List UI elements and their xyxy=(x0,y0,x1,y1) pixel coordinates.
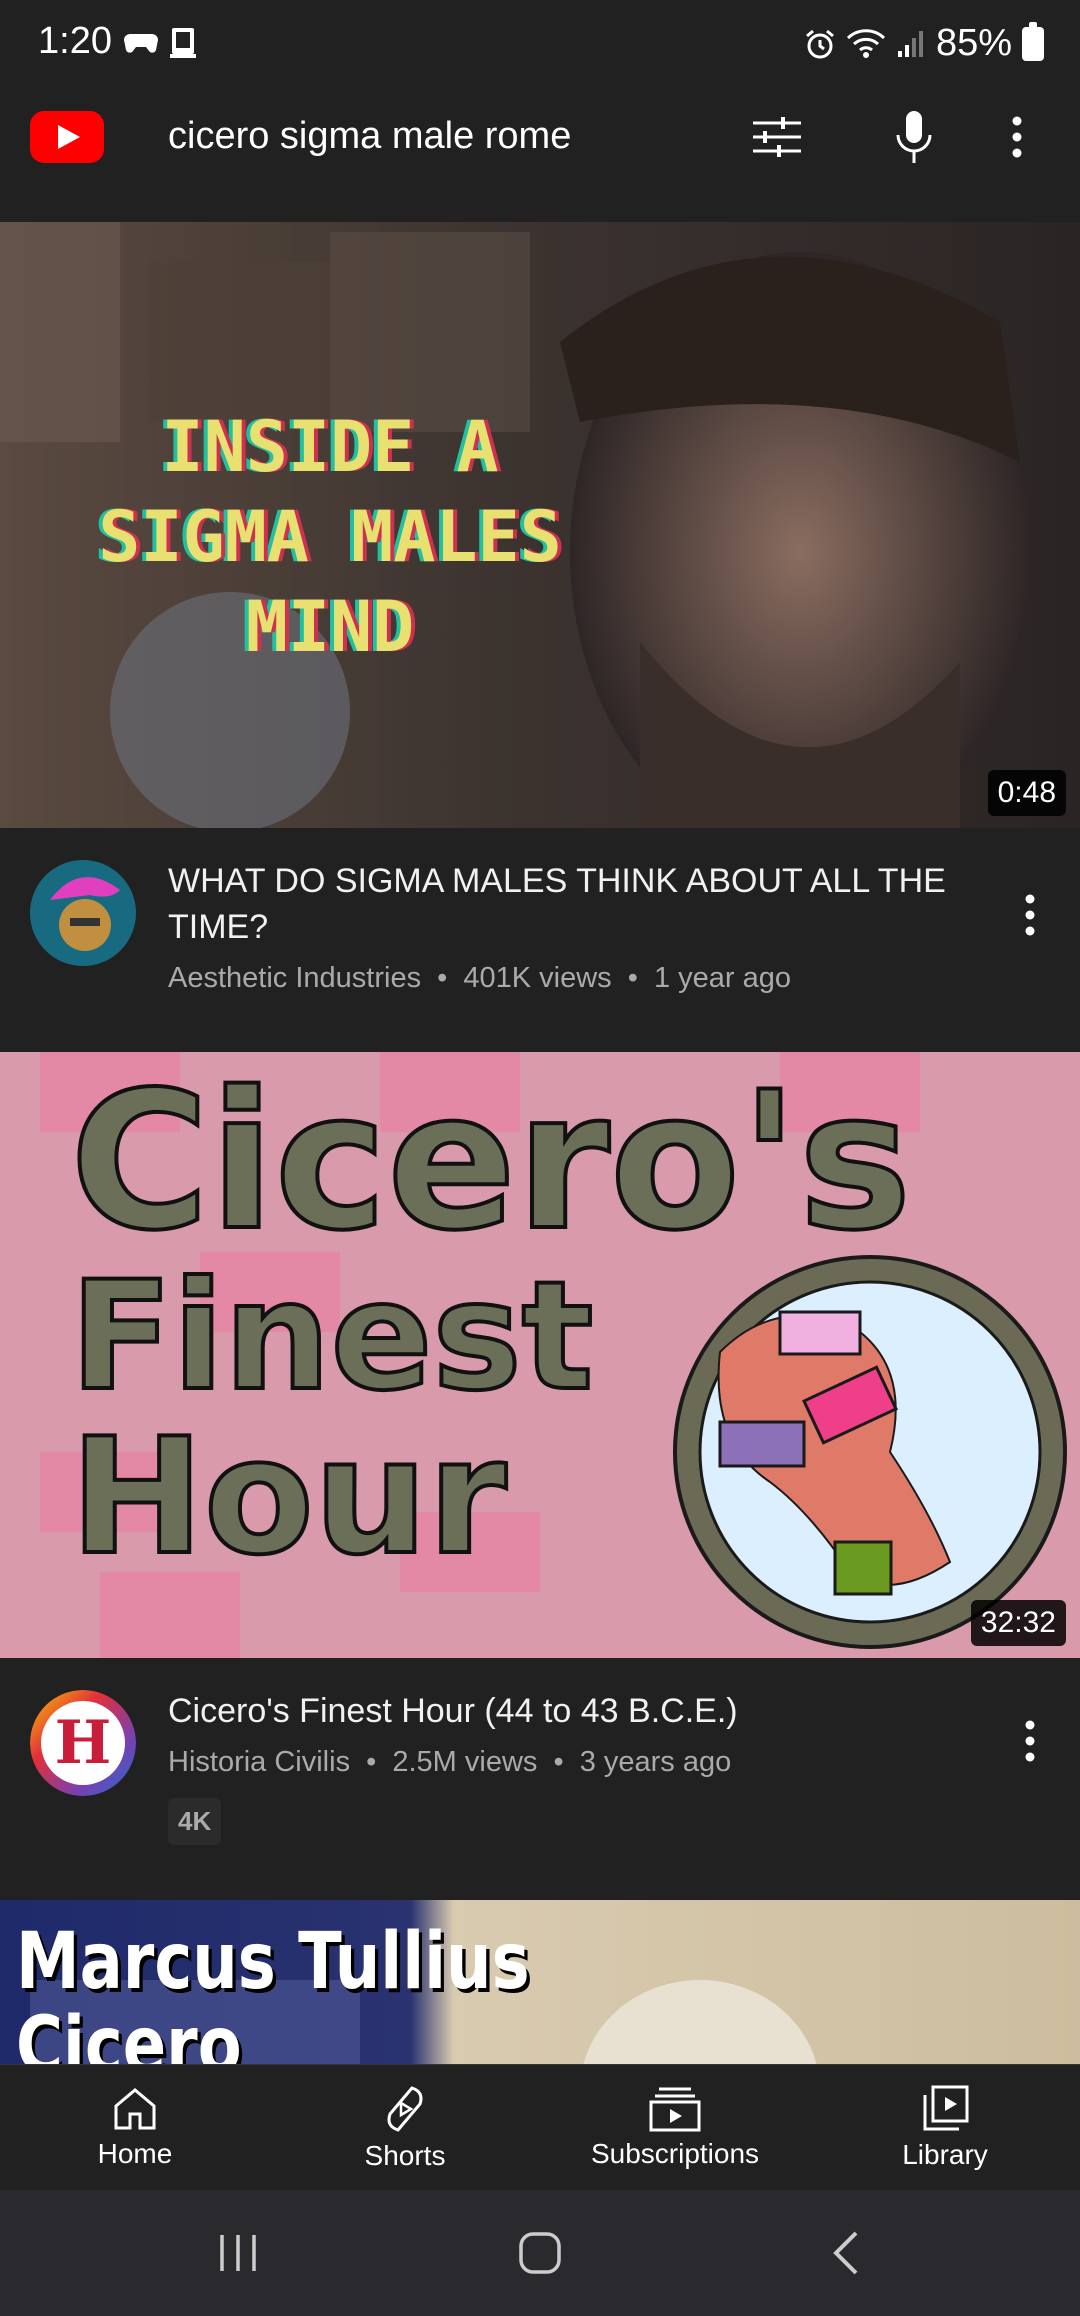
status-time: 1:20 xyxy=(38,20,112,62)
upload-age: 3 years ago xyxy=(579,1746,732,1778)
thumb-line: SIGMA MALES xyxy=(98,496,562,578)
wifi-icon xyxy=(846,28,885,58)
video-title[interactable]: Cicero's Finest Hour (44 to 43 B.C.E.) xyxy=(168,1688,948,1734)
video-more-button[interactable] xyxy=(1010,880,1050,950)
status-bar: 1:20 85% xyxy=(0,0,1080,75)
back-button[interactable] xyxy=(815,2228,875,2278)
channel-avatar[interactable]: H xyxy=(30,1690,136,1796)
quality-badge: 4K xyxy=(168,1798,222,1845)
filter-button[interactable] xyxy=(745,105,809,169)
channel-name[interactable]: Aesthetic Industries xyxy=(168,962,421,994)
video-duration: 32:32 xyxy=(970,1600,1066,1646)
video-subtitle: Historia Civilis • 2.5M views • 3 years … xyxy=(168,1746,731,1779)
video-thumbnail[interactable]: Marcus Tullius Cicero xyxy=(0,1900,1080,2064)
nav-label: Home xyxy=(97,2137,173,2169)
overflow-menu-button[interactable] xyxy=(985,105,1049,169)
home-system-button[interactable] xyxy=(510,2228,570,2278)
thumb-line: INSIDE A xyxy=(161,406,499,488)
search-header: cicero sigma male rome xyxy=(0,75,1080,200)
microphone-icon xyxy=(896,111,932,163)
game-controller-icon xyxy=(124,34,158,53)
status-right: 85% xyxy=(804,21,1044,65)
video-meta[interactable]: H Cicero's Finest Hour (44 to 43 B.C.E.)… xyxy=(0,1658,1080,1898)
search-input[interactable]: cicero sigma male rome xyxy=(168,115,571,158)
nav-library[interactable]: Library xyxy=(810,2065,1080,2190)
view-count: 2.5M views xyxy=(392,1746,538,1778)
knight-helmet-icon xyxy=(30,860,136,966)
thumb-line: Hour xyxy=(68,1403,509,1590)
nav-label: Subscriptions xyxy=(590,2137,760,2169)
back-chevron-icon xyxy=(833,2231,858,2275)
youtube-logo-icon[interactable] xyxy=(30,111,104,163)
thumb-line: MIND xyxy=(245,586,415,668)
thumb-line: Cicero xyxy=(16,2001,242,2064)
video-title[interactable]: WHAT DO SIGMA MALES THINK ABOUT ALL THE … xyxy=(168,858,948,950)
home-icon xyxy=(114,2087,156,2129)
subscriptions-icon xyxy=(649,2087,701,2131)
filter-sliders-icon xyxy=(753,117,801,157)
nav-home[interactable]: Home xyxy=(0,2065,270,2190)
battery-icon xyxy=(1022,21,1044,61)
more-vertical-icon xyxy=(1025,1720,1035,1762)
signal-icon xyxy=(897,30,923,57)
video-meta[interactable]: WHAT DO SIGMA MALES THINK ABOUT ALL THE … xyxy=(0,828,1080,1048)
video-duration: 0:48 xyxy=(987,770,1066,816)
nav-shorts[interactable]: Shorts xyxy=(270,2065,540,2190)
recent-apps-button[interactable] xyxy=(208,2228,268,2278)
more-vertical-icon xyxy=(1012,116,1022,158)
video-thumbnail[interactable]: INSIDE A SIGMA MALES MIND 0:48 xyxy=(0,222,1080,828)
recent-apps-icon xyxy=(220,2235,256,2271)
video-more-button[interactable] xyxy=(1010,1706,1050,1776)
nav-label: Library xyxy=(902,2138,988,2170)
thumb-line: Finest xyxy=(68,1250,595,1424)
separator: • xyxy=(437,962,448,994)
nav-subscriptions[interactable]: Subscriptions xyxy=(540,2065,810,2190)
home-square-icon xyxy=(519,2232,561,2274)
bottom-navigation: Home Shorts Subscriptions Library xyxy=(0,2064,1080,2190)
thumb-line: Cicero's xyxy=(68,1052,914,1272)
voice-search-button[interactable] xyxy=(882,105,946,169)
separator: • xyxy=(553,1746,564,1778)
thumbnail-title-text: Cicero's Finest Hour xyxy=(68,1052,914,1590)
battery-percent: 85% xyxy=(935,22,1012,64)
alarm-icon xyxy=(805,29,834,58)
upload-age: 1 year ago xyxy=(653,962,791,994)
video-thumbnail[interactable]: Cicero's Finest Hour 32:32 xyxy=(0,1052,1080,1658)
nav-label: Shorts xyxy=(364,2139,446,2171)
view-count: 401K views xyxy=(463,962,612,994)
thumbnail-title-text: INSIDE A SIGMA MALES MIND xyxy=(40,402,620,672)
more-vertical-icon xyxy=(1025,894,1035,936)
status-notification-icons xyxy=(124,26,198,60)
separator: • xyxy=(627,962,638,994)
library-icon xyxy=(923,2085,969,2130)
separator: • xyxy=(366,1746,377,1778)
avatar-letter: H xyxy=(54,1708,112,1778)
thumb-line: Marcus Tullius xyxy=(16,1917,530,2007)
thumbnail-title-text: Marcus Tullius Cicero xyxy=(16,1920,530,2064)
shorts-icon xyxy=(387,2085,423,2132)
system-navigation-bar xyxy=(0,2190,1080,2316)
video-subtitle: Aesthetic Industries • 401K views • 1 ye… xyxy=(168,962,791,995)
device-icon xyxy=(170,28,196,58)
channel-avatar[interactable] xyxy=(30,860,136,966)
channel-name[interactable]: Historia Civilis xyxy=(168,1746,350,1778)
